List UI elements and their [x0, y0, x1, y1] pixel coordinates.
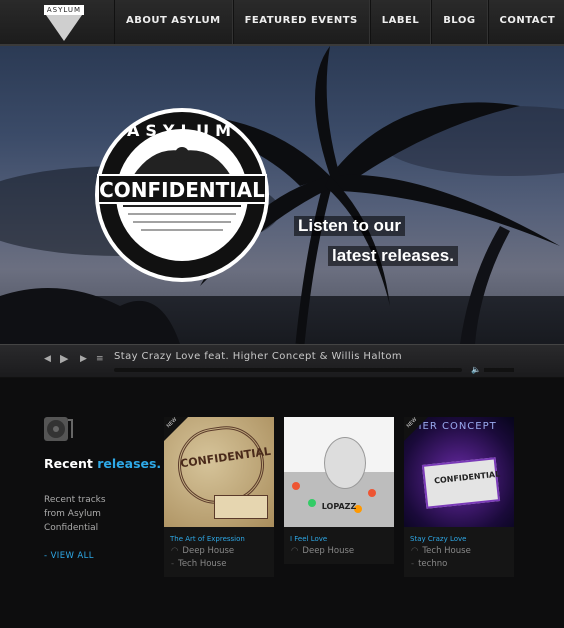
volume-slider[interactable]: [484, 368, 514, 372]
release-cover[interactable]: LOPAZZ: [284, 417, 394, 527]
emblem-title: CONFIDENTIAL: [99, 178, 265, 202]
vinyl-record-icon: [44, 417, 73, 441]
playlist-icon[interactable]: ≡: [96, 354, 104, 364]
volume-icon[interactable]: 🔈: [471, 365, 481, 374]
hero-tagline-line2: latest releases.: [328, 246, 458, 266]
play-icon[interactable]: ▶: [60, 352, 68, 365]
asylum-logo[interactable]: ASYLUM: [44, 5, 84, 41]
emblem-top-text: ASYLUM: [127, 121, 237, 140]
hero-tagline-line1: Listen to our: [294, 216, 405, 236]
nav-item-label[interactable]: LABEL: [369, 0, 432, 44]
heading-main: Recent: [44, 456, 93, 471]
release-title[interactable]: I Feel Love: [284, 527, 394, 543]
nav-item-blog[interactable]: BLOG: [431, 0, 488, 44]
nav-item-featured-events[interactable]: FEATURED EVENTS: [232, 0, 370, 44]
nav-item-about[interactable]: ABOUT ASYLUM: [114, 0, 233, 44]
logo-text: ASYLUM: [44, 5, 84, 15]
view-all-link[interactable]: - VIEW ALL: [44, 551, 94, 561]
progress-bar[interactable]: [114, 368, 462, 372]
release-tag[interactable]: - Tech House: [164, 556, 274, 577]
cover-text: LOPAZZ: [321, 502, 357, 511]
releases-description: Recent tracks from Asylum Confidential: [44, 495, 106, 533]
release-card[interactable]: CONFIDENTIAL NEW The Art of Expression ◠…: [164, 417, 274, 577]
release-tag[interactable]: ◠ Deep House: [284, 543, 394, 564]
release-tag[interactable]: ◠ Deep House: [164, 543, 274, 556]
recent-releases-heading: Recent releases.: [44, 456, 161, 471]
hero-banner: CONFIDENTIAL ASYLUM Listen to our latest…: [0, 46, 564, 344]
release-cover[interactable]: HER CONCEPT CONFIDENTIAL NEW: [404, 417, 514, 527]
logo-triangle-icon: [46, 15, 82, 41]
nav-menu: ABOUT ASYLUM FEATURED EVENTS LABEL BLOG …: [114, 0, 564, 44]
release-cover[interactable]: CONFIDENTIAL NEW: [164, 417, 274, 527]
now-playing-title: Stay Crazy Love feat. Higher Concept & W…: [114, 351, 403, 362]
nav-item-contact[interactable]: CONTACT: [487, 0, 564, 44]
top-nav: ASYLUM ABOUT ASYLUM FEATURED EVENTS LABE…: [0, 0, 564, 46]
heading-accent: releases.: [97, 456, 162, 471]
next-icon[interactable]: ▶: [80, 354, 87, 364]
previous-icon[interactable]: ◀: [44, 354, 51, 364]
release-title[interactable]: The Art of Expression: [164, 527, 274, 543]
release-card[interactable]: HER CONCEPT CONFIDENTIAL NEW Stay Crazy …: [404, 417, 514, 577]
audio-player: ◀ ▶ ▶ ≡ Stay Crazy Love feat. Higher Con…: [0, 344, 564, 378]
release-card[interactable]: LOPAZZ I Feel Love ◠ Deep House: [284, 417, 394, 564]
palm-tree-silhouette: [0, 46, 560, 344]
release-tag[interactable]: - techno: [404, 556, 514, 577]
asylum-confidential-emblem: CONFIDENTIAL ASYLUM: [95, 108, 269, 282]
release-title[interactable]: Stay Crazy Love: [404, 527, 514, 543]
release-tag[interactable]: ◠ Tech House: [404, 543, 514, 556]
